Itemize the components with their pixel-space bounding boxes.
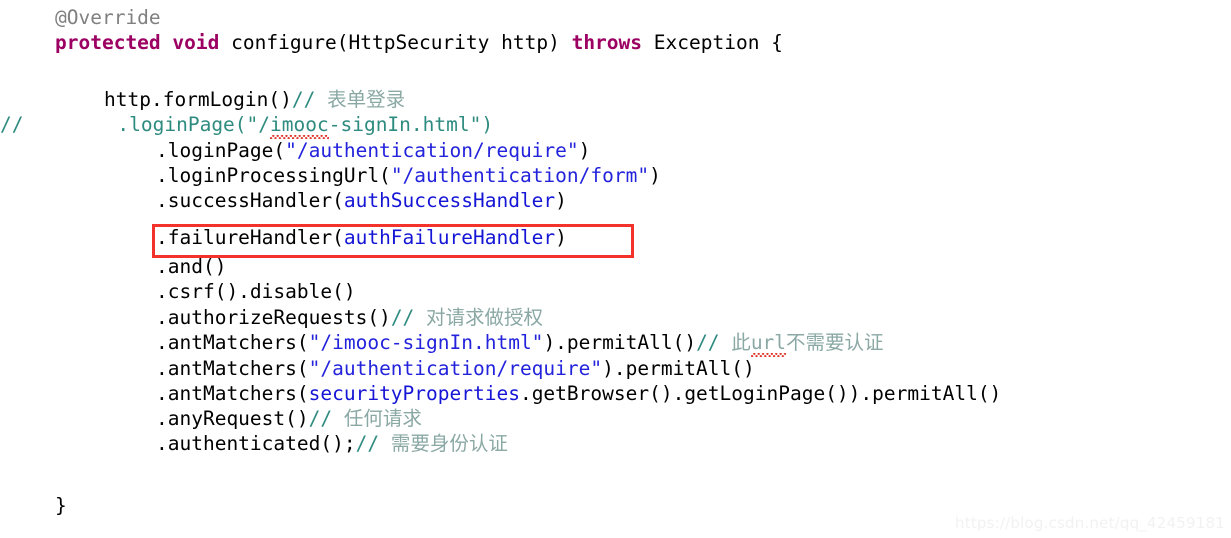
code-token: // .loginPage("/ — [0, 113, 271, 136]
code-token: ) — [578, 139, 591, 162]
code-token: @Override — [55, 6, 161, 29]
code-line[interactable]: .csrf().disable() — [0, 280, 356, 305]
spellcheck-token: imooc — [270, 113, 329, 139]
code-token: .antMatchers( — [156, 357, 309, 380]
code-token: 需要身份认证 — [390, 432, 508, 455]
code-token: .antMatchers( — [156, 331, 309, 354]
code-line[interactable]: .antMatchers(securityProperties.getBrows… — [0, 382, 1001, 407]
code-token: 对请求做授权 — [426, 306, 544, 329]
code-token: .failureHandler( — [156, 226, 344, 249]
code-token: // — [355, 432, 391, 455]
code-line[interactable]: .antMatchers("/imooc-signIn.html").permi… — [0, 331, 884, 357]
code-line[interactable]: protected void configure(HttpSecurity ht… — [0, 31, 783, 56]
code-line[interactable]: http.formLogin()// 表单登录 — [0, 88, 405, 113]
code-token: "/authentication/require" — [308, 357, 603, 380]
code-token: ).permitAll() — [543, 331, 697, 354]
code-token: .and() — [156, 255, 227, 278]
watermark-text: https://blog.csdn.net/qq_42459181 — [955, 514, 1225, 532]
code-line[interactable]: .successHandler(authSuccessHandler) — [0, 189, 567, 214]
code-token: // — [390, 306, 427, 329]
code-token: .getBrowser().getLoginPage()).permitAll(… — [519, 382, 1002, 405]
code-token: .authorizeRequests() — [156, 306, 391, 329]
code-token: ) — [649, 164, 661, 187]
code-token: -signIn.html") — [328, 113, 494, 136]
code-line[interactable]: } — [0, 494, 67, 519]
code-token: 任何请求 — [343, 407, 422, 430]
code-editor[interactable]: @Override protected void configure(HttpSe… — [0, 0, 1231, 538]
code-token: .loginProcessingUrl( — [156, 164, 391, 187]
code-token: "/imooc-signIn.html" — [308, 331, 544, 354]
code-token: authSuccessHandler — [343, 189, 556, 212]
code-token: // — [696, 331, 732, 354]
code-line[interactable] — [0, 458, 55, 483]
code-token: authFailureHandler — [343, 226, 556, 249]
code-token: 此 — [731, 331, 751, 354]
code-line[interactable]: @Override — [0, 6, 161, 31]
code-line[interactable]: .antMatchers("/authentication/require").… — [0, 357, 755, 382]
code-line[interactable]: .and() — [0, 255, 226, 280]
spellcheck-token: url — [750, 331, 787, 357]
code-token: ) — [555, 226, 567, 249]
code-token: .csrf().disable() — [156, 280, 356, 303]
code-line[interactable]: // .loginPage("/imooc-signIn.html") — [0, 113, 494, 139]
code-token: protected void — [55, 31, 220, 54]
code-token: "/authentication/require" — [285, 139, 579, 162]
code-line[interactable]: .failureHandler(authFailureHandler) — [0, 226, 567, 251]
code-token: .authenticated(); — [156, 432, 356, 455]
code-line[interactable]: .loginProcessingUrl("/authentication/for… — [0, 164, 661, 189]
code-token: securityProperties — [308, 382, 520, 405]
code-token: ) — [555, 189, 567, 212]
code-line[interactable]: .anyRequest()// 任何请求 — [0, 407, 422, 432]
code-token: // — [308, 407, 344, 430]
code-token: .loginPage( — [156, 139, 286, 162]
code-line[interactable] — [0, 56, 55, 81]
code-line[interactable]: .authenticated();// 需要身份认证 — [0, 432, 508, 457]
code-token: 不需要认证 — [786, 331, 884, 354]
code-line[interactable]: .loginPage("/authentication/require") — [0, 139, 590, 164]
code-token: http.formLogin() — [104, 88, 292, 111]
code-token: // — [291, 88, 328, 111]
code-token: .anyRequest() — [156, 407, 309, 430]
code-token: .antMatchers( — [156, 382, 309, 405]
code-token: ).permitAll() — [602, 357, 755, 380]
code-token: } — [55, 494, 67, 517]
code-token: "/authentication/form" — [390, 164, 650, 187]
code-token: Exception { — [642, 31, 783, 54]
code-token: throws — [571, 31, 643, 54]
code-token: .successHandler( — [156, 189, 344, 212]
code-token: 表单登录 — [327, 88, 406, 111]
code-token: configure(HttpSecurity http) — [219, 31, 572, 54]
code-line[interactable]: .authorizeRequests()// 对请求做授权 — [0, 306, 543, 331]
